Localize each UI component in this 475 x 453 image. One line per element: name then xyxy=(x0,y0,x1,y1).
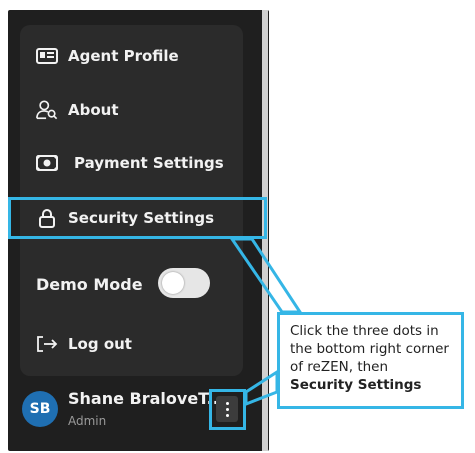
callout-text: Click the three dots in the bottom right… xyxy=(290,323,449,375)
instruction-callout: Click the three dots in the bottom right… xyxy=(277,312,464,409)
callout-bold-text: Security Settings xyxy=(290,377,422,393)
